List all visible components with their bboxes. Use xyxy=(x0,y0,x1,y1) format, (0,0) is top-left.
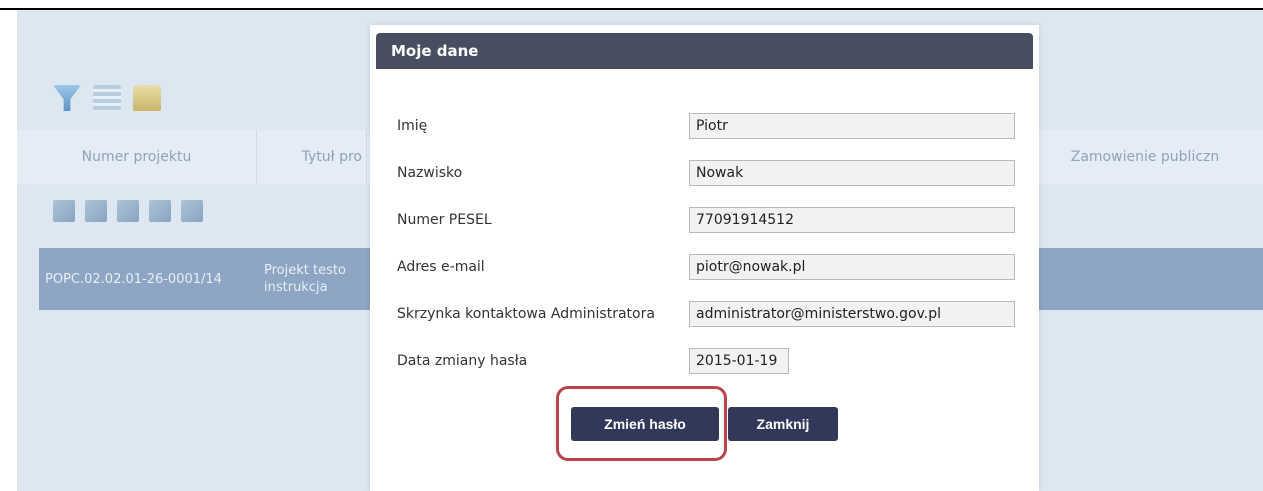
field-label: Nazwisko xyxy=(397,165,463,181)
column-header-numer-projektu[interactable]: Numer projektu xyxy=(17,130,257,184)
field-last-name: Nazwisko Nowak xyxy=(397,160,1027,186)
field-label: Skrzynka kontaktowa Administratora xyxy=(397,306,655,322)
first-name-value[interactable]: Piotr xyxy=(689,113,1015,139)
edit-icon[interactable] xyxy=(85,200,107,222)
users-icon[interactable] xyxy=(149,200,171,222)
change-password-button[interactable]: Zmień hasło xyxy=(571,407,719,441)
column-header-tytul[interactable]: Tytuł pro xyxy=(257,130,367,184)
calendar-icon[interactable] xyxy=(117,200,139,222)
project-title-line2: instrukcja xyxy=(264,280,328,295)
toolbar-icons xyxy=(53,85,161,111)
field-admin-contact: Skrzynka kontaktowa Administratora admin… xyxy=(397,301,1027,327)
password-change-date-value: 2015-01-19 xyxy=(689,348,789,374)
column-header-zamowienie[interactable]: Zamowienie publiczn xyxy=(1027,130,1263,184)
table-icon[interactable] xyxy=(93,85,121,111)
row-action-icons xyxy=(53,200,203,222)
close-button[interactable]: Zamknij xyxy=(728,407,838,441)
last-name-value[interactable]: Nowak xyxy=(689,160,1015,186)
project-number: POPC.02.02.01-26-0001/14 xyxy=(45,271,222,287)
dialog-title: Moje dane xyxy=(376,33,1033,69)
filter-icon[interactable] xyxy=(53,85,81,111)
email-value[interactable]: piotr@nowak.pl xyxy=(689,254,1015,280)
field-pesel: Numer PESEL 77091914512 xyxy=(397,207,1027,233)
field-label: Adres e-mail xyxy=(397,259,485,275)
field-label: Data zmiany hasła xyxy=(397,353,528,369)
admin-contact-value[interactable]: administrator@ministerstwo.gov.pl xyxy=(689,301,1015,327)
add-icon[interactable] xyxy=(53,200,75,222)
field-password-change-date: Data zmiany hasła 2015-01-19 xyxy=(397,348,1027,374)
bank-icon[interactable] xyxy=(181,200,203,222)
field-label: Numer PESEL xyxy=(397,212,492,228)
pesel-value[interactable]: 77091914512 xyxy=(689,207,1015,233)
project-title-line1: Projekt testo xyxy=(264,263,346,278)
field-first-name: Imię Piotr xyxy=(397,113,1027,139)
project-title: Projekt testo instrukcja xyxy=(264,262,346,296)
top-divider xyxy=(0,0,1263,10)
field-email: Adres e-mail piotr@nowak.pl xyxy=(397,254,1027,280)
field-label: Imię xyxy=(397,118,428,134)
folder-icon[interactable] xyxy=(133,85,161,111)
